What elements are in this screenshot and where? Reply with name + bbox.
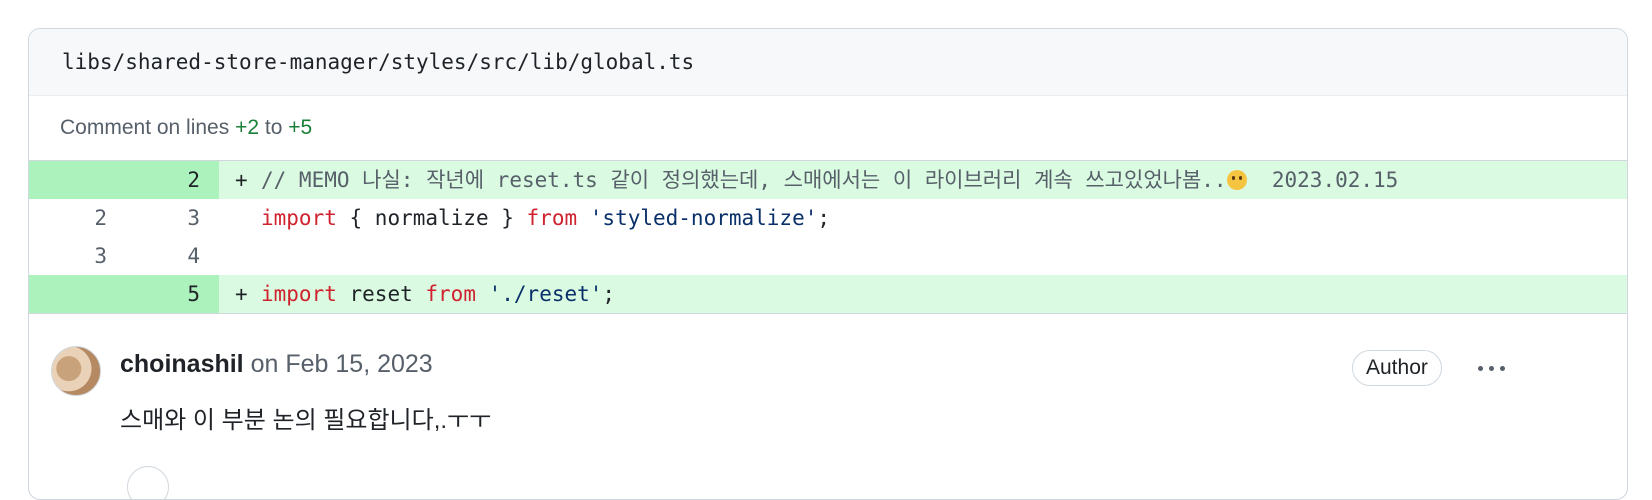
- code-comment: // MEMO 나실: 작년에 reset.ts 같이 정의했는데, 스매에서는…: [261, 168, 1227, 192]
- comment-range-connector: to: [264, 116, 283, 139]
- comment-header: choinashil on Feb 15, 2023: [120, 350, 433, 379]
- comment-date-link[interactable]: Feb 15, 2023: [285, 350, 432, 378]
- code-keyword: from: [526, 206, 578, 230]
- code-string: 'styled-normalize': [589, 206, 818, 230]
- file-path-link[interactable]: libs/shared-store-manager/styles/src/lib…: [62, 50, 694, 74]
- diff-row: 3 4: [29, 237, 1627, 275]
- old-line-number: 3: [94, 244, 107, 268]
- diff-code-line: import { normalize } from 'styled-normal…: [219, 199, 1627, 237]
- new-line-number: 4: [187, 244, 200, 268]
- new-line-number: 3: [187, 206, 200, 230]
- author-badge: Author: [1352, 350, 1442, 386]
- code-punctuation: ;: [602, 282, 616, 306]
- addition-marker: +: [235, 282, 248, 306]
- diff-hunk: 2 + // MEMO 나실: 작년에 reset.ts 같이 정의했는데, 스매…: [29, 160, 1627, 314]
- review-comment-card: libs/shared-store-manager/styles/src/lib…: [28, 28, 1628, 500]
- code-keyword: import: [261, 282, 337, 306]
- addition-marker: +: [235, 168, 248, 192]
- comment-range-prefix: Comment on lines: [60, 116, 230, 139]
- avatar[interactable]: [51, 346, 101, 396]
- old-line-number: [29, 161, 115, 199]
- date-prefix: on: [250, 350, 279, 378]
- kebab-horizontal-icon[interactable]: [1473, 358, 1509, 378]
- diff-row: 5 + import reset from './reset';: [29, 275, 1627, 313]
- code-keyword: import: [261, 206, 337, 230]
- diff-code-line: + // MEMO 나실: 작년에 reset.ts 같이 정의했는데, 스매에서…: [219, 161, 1627, 199]
- comment-body: 스매와 이 부분 논의 필요합니다,.ㅜㅜ: [120, 407, 492, 434]
- review-comment: choinashil on Feb 15, 2023 Author 스매와 이 …: [29, 314, 1627, 499]
- code-text: reset: [349, 282, 413, 306]
- diff-code-line: + import reset from './reset';: [219, 275, 1627, 313]
- old-line-number: [29, 275, 115, 313]
- diff-code-line: [219, 237, 1627, 275]
- comment-range-start: +2: [235, 116, 260, 139]
- author-name-link[interactable]: choinashil: [120, 350, 244, 378]
- comment-range-label: Comment on lines +2 to +5: [29, 96, 1627, 160]
- comment-range-end: +5: [288, 116, 313, 139]
- code-punctuation: ;: [817, 206, 831, 230]
- code-comment-date: 2023.02.15: [1271, 168, 1399, 192]
- reply-avatar: [127, 466, 169, 499]
- code-keyword: from: [425, 282, 476, 306]
- grimacing-face-icon: [1226, 170, 1247, 190]
- code-text: { normalize }: [349, 206, 514, 230]
- code-string: './reset': [488, 282, 603, 306]
- diff-row: 2 3 import { normalize } from 'styled-no…: [29, 199, 1627, 237]
- new-line-number: 5: [115, 275, 219, 313]
- diff-row: 2 + // MEMO 나실: 작년에 reset.ts 같이 정의했는데, 스매…: [29, 161, 1627, 199]
- new-line-number: 2: [115, 161, 219, 199]
- old-line-number: 2: [94, 206, 107, 230]
- file-header: libs/shared-store-manager/styles/src/lib…: [29, 29, 1627, 96]
